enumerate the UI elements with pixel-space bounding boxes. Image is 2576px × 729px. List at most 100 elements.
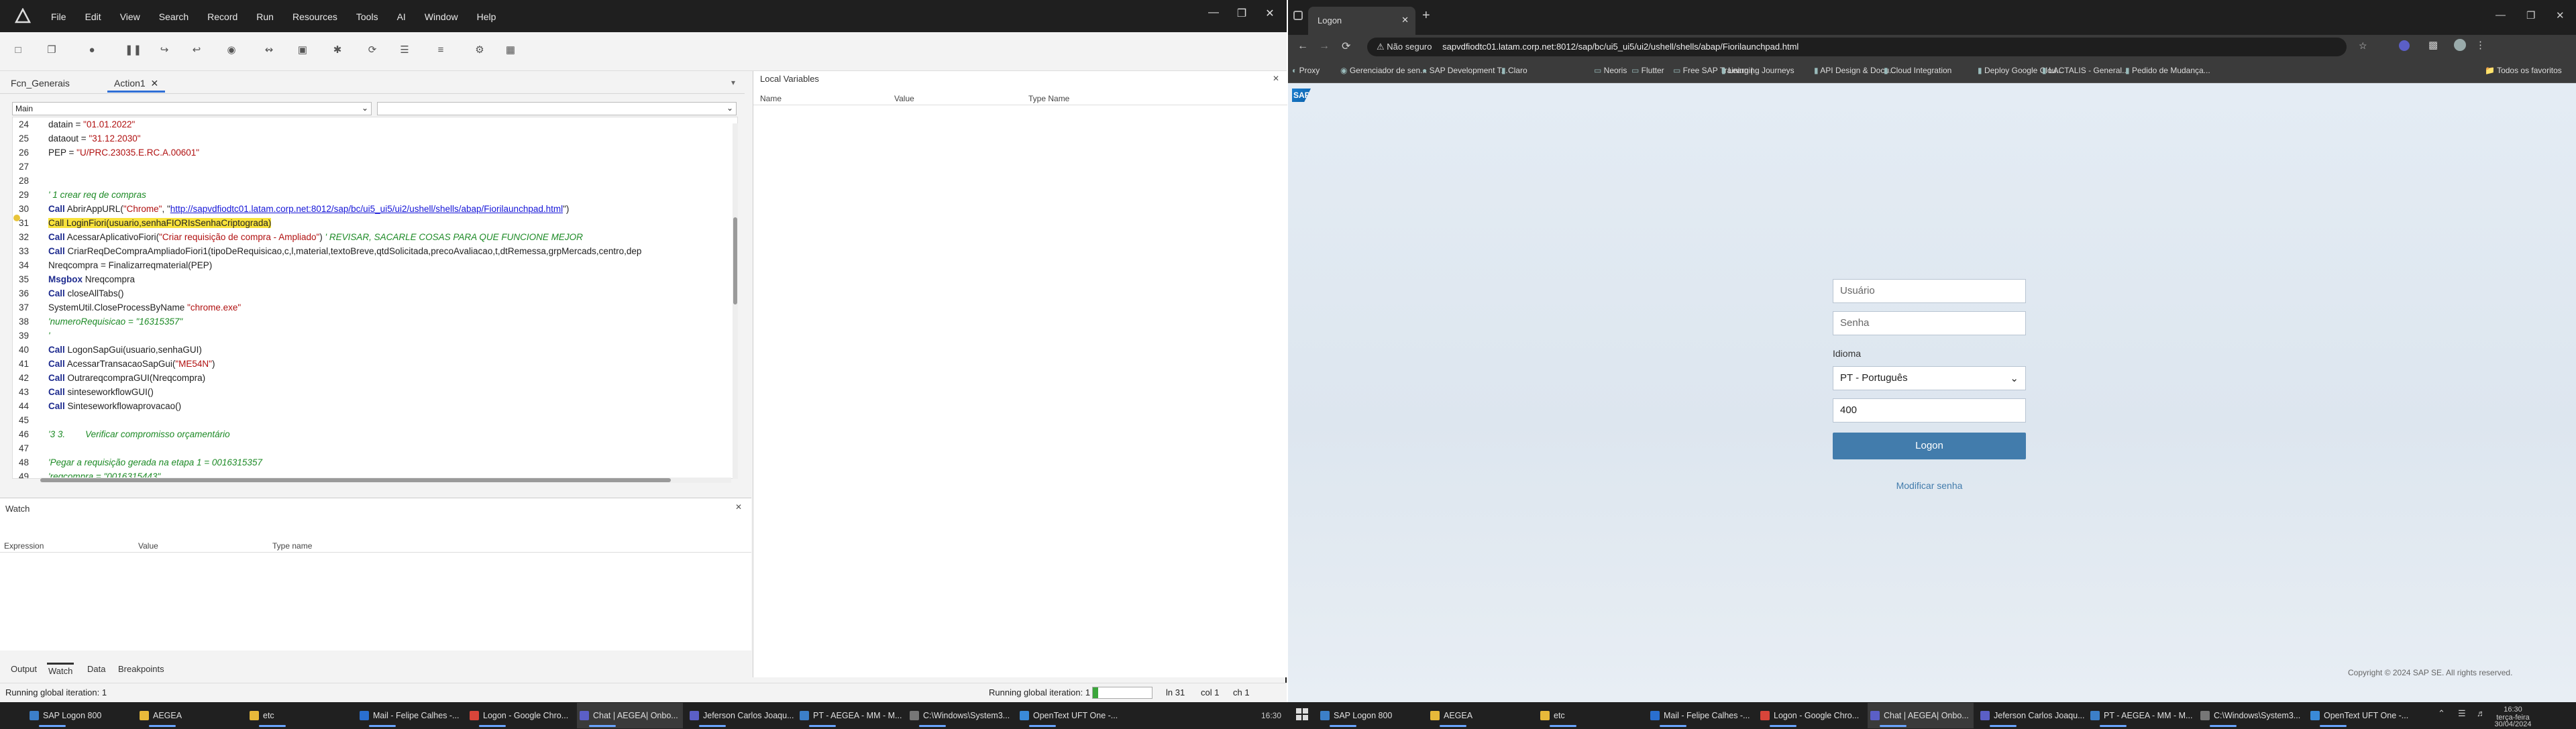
refresh-icon[interactable]: ⟳ xyxy=(366,44,378,56)
taskbar-item[interactable]: Jeferson Carlos Joaqu... xyxy=(1978,703,2085,728)
code-line[interactable]: 41 Call AcessarTransacaoSapGui("ME54N") xyxy=(13,357,737,371)
minimize-icon[interactable]: — xyxy=(1199,7,1228,19)
code-line[interactable]: 48 'Pegar a requisição gerada na etapa 1… xyxy=(13,455,737,469)
code-editor[interactable]: 24 datain = "01.01.2022" 25 dataout = "31… xyxy=(12,117,738,479)
editor-vertical-scrollbar[interactable] xyxy=(733,123,738,479)
bookmark-item[interactable]: ● SAP Development T... xyxy=(1422,66,1508,75)
code-line[interactable]: 28 xyxy=(13,174,737,188)
code-line[interactable]: 31 Call LoginFiori(usuario,senhaFIORIsSe… xyxy=(13,216,737,230)
username-field[interactable]: Usuário xyxy=(1833,279,2026,303)
editor-horizontal-scrollbar[interactable] xyxy=(40,478,731,483)
taskbar-item[interactable]: PT - AEGEA - MM - M... xyxy=(797,703,903,728)
taskbar-item[interactable]: Logon - Google Chro... xyxy=(1758,703,1864,728)
copy-icon[interactable]: ❐ xyxy=(46,44,58,56)
taskbar-item[interactable]: AEGEA xyxy=(1428,703,1534,728)
back-icon[interactable]: ← xyxy=(1297,40,1308,52)
tray-chevron-icon[interactable]: ⌃ xyxy=(2438,708,2445,719)
taskbar-item[interactable]: Chat | AEGEA| Onbo... xyxy=(1868,703,1974,728)
menu-item-help[interactable]: Help xyxy=(468,9,506,25)
code-line[interactable]: 27 xyxy=(13,160,737,174)
close-icon[interactable]: ✕ xyxy=(735,502,742,512)
step-into-icon[interactable]: ↪ xyxy=(158,44,170,56)
code-line[interactable]: 37 SystemUtil.CloseProcessByName "chrome… xyxy=(13,300,737,315)
list-icon[interactable]: ≡ xyxy=(435,44,447,56)
star-icon[interactable]: ☆ xyxy=(2359,40,2367,52)
code-line[interactable]: 43 Call sinteseworkflowGUI() xyxy=(13,385,737,399)
address-bar[interactable]: ⚠ Não seguro sapvdfiodtc01.latam.corp.ne… xyxy=(1367,38,2347,56)
code-line[interactable]: 40 Call LogonSapGui(usuario,senhaGUI) xyxy=(13,343,737,357)
pin-icon[interactable]: ▾ xyxy=(731,78,735,87)
bookmark-item[interactable]: ▭ Flutter xyxy=(1631,66,1664,75)
menu-item-edit[interactable]: Edit xyxy=(76,9,111,25)
extension-icon[interactable] xyxy=(2399,40,2410,51)
taskbar-item[interactable]: C:\Windows\System3... xyxy=(2198,703,2304,728)
taskbar-item[interactable]: Logon - Google Chro... xyxy=(467,703,573,728)
grid-icon[interactable]: ▦ xyxy=(504,44,517,56)
taskbar-item[interactable]: etc xyxy=(247,703,353,728)
tab-action1[interactable]: Action1 ✕ xyxy=(107,75,166,93)
code-line[interactable]: 36 Call closeAllTabs() xyxy=(13,286,737,300)
volume-icon[interactable]: ♬ xyxy=(2477,708,2485,718)
code-line[interactable]: 47 xyxy=(13,441,737,455)
code-line[interactable]: 30 Call AbrirAppURL("Chrome", "http://sa… xyxy=(13,202,737,216)
taskbar-item[interactable]: OpenText UFT One -... xyxy=(2308,703,2414,728)
clock-time[interactable]: 16:30 xyxy=(2493,706,2533,714)
avatar[interactable] xyxy=(2454,39,2466,51)
tab-logon[interactable]: Logon ✕ xyxy=(1308,7,1415,35)
menu-item-run[interactable]: Run xyxy=(247,9,283,25)
code-line[interactable]: 44 Call Sinteseworkflowaprovacao() xyxy=(13,399,737,413)
bookmark-item[interactable]: ◉ Gerenciador de sen... xyxy=(1340,66,1427,75)
align-icon[interactable]: ☰ xyxy=(398,44,411,56)
settings-icon[interactable]: ✱ xyxy=(331,44,343,56)
code-line[interactable]: 24 datain = "01.01.2022" xyxy=(13,117,737,131)
minimize-icon[interactable]: — xyxy=(2496,9,2506,21)
code-line[interactable]: 42 Call OutrareqcompraGUI(Nreqcompra) xyxy=(13,371,737,385)
archive-icon[interactable]: ▣ xyxy=(297,44,309,56)
code-line[interactable]: 39 ' xyxy=(13,329,737,343)
menu-item-search[interactable]: Search xyxy=(150,9,198,25)
bookmark-item[interactable]: ▮ LACTALIS - General... xyxy=(2042,66,2129,75)
language-select[interactable]: PT - Português ⌄ xyxy=(1833,366,2026,390)
bookmark-item[interactable]: ▭ Neoris xyxy=(1594,66,1627,75)
code-line[interactable]: 38 'numeroRequisicao = "16315357" xyxy=(13,315,737,329)
code-line[interactable]: 46 '3 3. Verificar compromisso orçamentá… xyxy=(13,427,737,441)
step-icon[interactable]: ↭ xyxy=(263,44,275,56)
menu-item-view[interactable]: View xyxy=(111,9,150,25)
taskbar-item[interactable]: Chat | AEGEA| Onbo... xyxy=(577,703,683,728)
bookmark-item[interactable]: ▮ Pedido de Mudança... xyxy=(2125,66,2210,75)
new-tab-icon[interactable]: + xyxy=(1422,8,1430,23)
menu-icon[interactable]: ⋮ xyxy=(2475,39,2485,51)
tab-watch[interactable]: Watch xyxy=(47,663,74,677)
bookmark-item[interactable]: ◐ Proxy xyxy=(1292,66,1320,75)
bookmark-item[interactable]: ▮ Cloud Integration xyxy=(1884,66,1951,75)
wifi-icon[interactable]: ☰ xyxy=(2458,708,2466,719)
taskbar-item[interactable]: AEGEA xyxy=(137,703,243,728)
gear-icon[interactable]: ⚙ xyxy=(474,44,486,56)
change-password-link[interactable]: Modificar senha xyxy=(1833,480,2026,491)
forward-icon[interactable]: → xyxy=(1319,40,1330,52)
logon-button[interactable]: Logon xyxy=(1833,433,2026,459)
new-doc-icon[interactable]: □ xyxy=(12,44,24,56)
tab-search-icon[interactable] xyxy=(1293,11,1303,20)
pause-icon[interactable]: ❚❚ xyxy=(125,44,142,56)
menu-item-tools[interactable]: Tools xyxy=(347,9,388,25)
reload-icon[interactable]: ⟳ xyxy=(1342,40,1350,53)
restore-icon[interactable]: ❐ xyxy=(1228,7,1256,20)
code-line[interactable]: 32 Call AcessarAplicativoFiori("Criar re… xyxy=(13,230,737,244)
tab-breakpoints[interactable]: Breakpoints xyxy=(117,663,166,675)
close-icon[interactable]: ✕ xyxy=(2556,9,2565,21)
tab-fcn-generais[interactable]: Fcn_Generais xyxy=(4,75,76,93)
code-line[interactable]: 26 PEP = "U/PRC.23035.E.RC.A.00601" xyxy=(13,146,737,160)
close-icon[interactable]: ✕ xyxy=(1401,15,1409,25)
taskbar-item[interactable]: etc xyxy=(1538,703,1644,728)
member-select[interactable]: ⌄ xyxy=(377,102,737,115)
puzzle-icon[interactable]: ▩ xyxy=(2428,39,2438,51)
tab-close-icon[interactable]: ✕ xyxy=(150,78,158,89)
windows-start-icon[interactable] xyxy=(1296,708,1308,720)
close-icon[interactable]: ✕ xyxy=(1256,7,1284,20)
taskbar-item[interactable]: Jeferson Carlos Joaqu... xyxy=(687,703,794,728)
taskbar-item[interactable]: SAP Logon 800 xyxy=(27,703,133,728)
record-icon[interactable]: ● xyxy=(86,44,98,56)
taskbar-item[interactable]: OpenText UFT One -... xyxy=(1017,703,1123,728)
menu-item-file[interactable]: File xyxy=(42,9,76,25)
